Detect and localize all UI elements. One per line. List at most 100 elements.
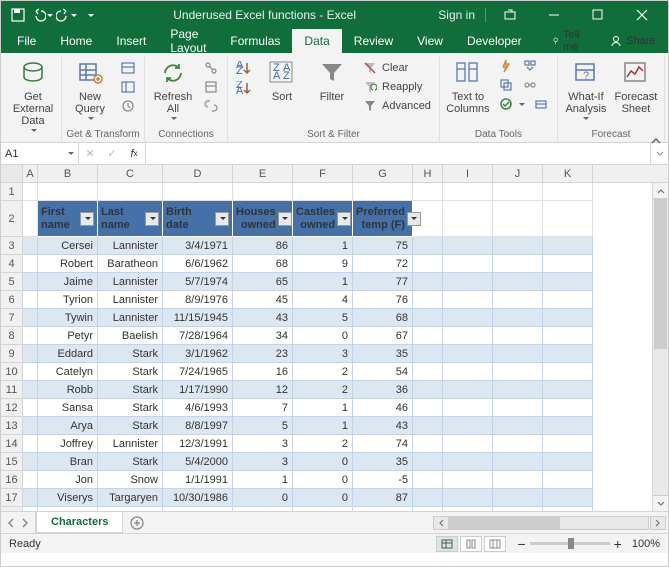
tab-data[interactable]: Data bbox=[292, 29, 341, 53]
properties-button[interactable] bbox=[199, 78, 223, 96]
get-external-data-button[interactable]: Get External Data bbox=[9, 55, 57, 134]
table-row[interactable]: 11RobbStark1/17/199012236 bbox=[1, 381, 668, 399]
table-row[interactable]: 15BranStark5/4/20003035 bbox=[1, 453, 668, 471]
tab-home[interactable]: Home bbox=[48, 29, 104, 53]
table-row[interactable]: 14JoffreyLannister12/3/19913274 bbox=[1, 435, 668, 453]
table-header-houses[interactable]: Houses owned bbox=[233, 201, 293, 237]
table-header-first[interactable]: First name bbox=[38, 201, 98, 237]
col-G[interactable]: G bbox=[353, 165, 413, 182]
formula-bar-input[interactable] bbox=[150, 148, 646, 160]
sheet-tab-characters[interactable]: Characters bbox=[36, 512, 123, 533]
filter-dropdown[interactable] bbox=[337, 212, 351, 226]
zoom-level[interactable]: 100% bbox=[632, 538, 660, 550]
minimize-button[interactable] bbox=[534, 1, 574, 29]
col-D[interactable]: D bbox=[163, 165, 233, 182]
from-table-button[interactable] bbox=[116, 78, 140, 96]
tab-pagelayout[interactable]: Page Layout bbox=[158, 29, 218, 53]
table-row[interactable]: 12SansaStark4/6/19937146 bbox=[1, 399, 668, 417]
clear-filter-button[interactable]: Clear bbox=[358, 59, 435, 77]
redo-button[interactable] bbox=[55, 4, 77, 26]
table-header-birth[interactable]: Birth date bbox=[163, 201, 233, 237]
tab-review[interactable]: Review bbox=[342, 29, 405, 53]
new-sheet-button[interactable] bbox=[123, 512, 151, 533]
data-validation-button[interactable] bbox=[494, 95, 529, 113]
close-button[interactable] bbox=[622, 1, 662, 29]
forecast-sheet-button[interactable]: Forecast Sheet bbox=[612, 55, 660, 117]
reapply-button[interactable]: Reapply bbox=[358, 78, 435, 96]
advanced-button[interactable]: Advanced bbox=[358, 97, 435, 115]
col-I[interactable]: I bbox=[443, 165, 493, 182]
flash-fill-button[interactable] bbox=[494, 57, 518, 75]
relationships-button[interactable] bbox=[518, 76, 542, 94]
table-row[interactable]: 18DaenerysTargaryen12/31/198800212 bbox=[1, 507, 668, 511]
filter-dropdown[interactable] bbox=[80, 212, 94, 226]
tab-view[interactable]: View bbox=[405, 29, 455, 53]
zoom-slider[interactable] bbox=[530, 542, 610, 545]
filter-dropdown[interactable] bbox=[145, 212, 159, 226]
edit-links-button[interactable] bbox=[199, 97, 223, 115]
connections-button[interactable] bbox=[199, 59, 223, 77]
text-to-columns-button[interactable]: Text to Columns bbox=[444, 55, 492, 117]
view-normal-button[interactable] bbox=[436, 536, 458, 552]
table-row[interactable]: 8PetyrBaelish7/28/196434067 bbox=[1, 327, 668, 345]
col-C[interactable]: C bbox=[98, 165, 163, 182]
col-A[interactable]: A bbox=[23, 165, 38, 182]
undo-button[interactable] bbox=[31, 4, 53, 26]
name-box[interactable] bbox=[1, 143, 79, 164]
table-row[interactable]: 10CatelynStark7/24/196516254 bbox=[1, 363, 668, 381]
table-row[interactable]: 16JonSnow1/1/199110-5 bbox=[1, 471, 668, 489]
table-row[interactable]: 3CerseiLannister3/4/197186175 bbox=[1, 237, 668, 255]
vertical-scrollbar[interactable] bbox=[652, 183, 668, 511]
table-row[interactable]: 9EddardStark3/1/196223335 bbox=[1, 345, 668, 363]
sort-az-button[interactable]: AZ bbox=[232, 59, 256, 77]
whatif-analysis-button[interactable]: ?What-If Analysis bbox=[562, 55, 610, 122]
table-row[interactable]: 13AryaStark8/8/19975143 bbox=[1, 417, 668, 435]
spreadsheet-grid[interactable]: A B C D E F G H I J K 12First nameLast n… bbox=[1, 165, 668, 511]
manage-data-model-button[interactable] bbox=[529, 95, 553, 113]
table-header-temp[interactable]: Preferred temp (F) bbox=[353, 201, 413, 237]
sheet-nav-next[interactable] bbox=[21, 518, 29, 528]
tab-share[interactable]: Share bbox=[596, 29, 669, 53]
maximize-button[interactable] bbox=[578, 1, 618, 29]
cancel-formula-button[interactable]: ✕ bbox=[79, 147, 101, 160]
col-E[interactable]: E bbox=[233, 165, 293, 182]
view-pagebreak-button[interactable] bbox=[484, 536, 506, 552]
save-button[interactable] bbox=[7, 4, 29, 26]
table-header-castles[interactable]: Castles owned bbox=[293, 201, 353, 237]
table-row[interactable]: 17ViserysTargaryen10/30/19860087 bbox=[1, 489, 668, 507]
ribbon-collapse-button[interactable] bbox=[648, 135, 664, 147]
tab-developer[interactable]: Developer bbox=[455, 29, 534, 53]
tab-file[interactable]: File bbox=[5, 29, 48, 53]
sort-button[interactable]: ZAAZSort bbox=[258, 55, 306, 105]
select-all-corner[interactable] bbox=[1, 165, 23, 182]
qat-customize[interactable] bbox=[79, 4, 101, 26]
filter-dropdown[interactable] bbox=[215, 212, 229, 226]
remove-duplicates-button[interactable] bbox=[494, 76, 518, 94]
col-H[interactable]: H bbox=[413, 165, 443, 182]
ribbon-options[interactable] bbox=[490, 1, 530, 29]
filter-dropdown[interactable] bbox=[278, 212, 292, 226]
zoom-out-button[interactable]: − bbox=[517, 536, 525, 552]
sort-za-button[interactable]: ZA bbox=[232, 79, 256, 97]
consolidate-button[interactable] bbox=[518, 57, 542, 75]
col-J[interactable]: J bbox=[493, 165, 543, 182]
tab-insert[interactable]: Insert bbox=[104, 29, 158, 53]
table-row[interactable]: 4RobertBaratheon6/6/196268972 bbox=[1, 255, 668, 273]
table-row[interactable]: 5JaimeLannister5/7/197465177 bbox=[1, 273, 668, 291]
tab-tellme[interactable]: Tell me bbox=[540, 29, 597, 53]
horizontal-scrollbar[interactable] bbox=[151, 512, 668, 533]
col-B[interactable]: B bbox=[38, 165, 98, 182]
refresh-all-button[interactable]: Refresh All bbox=[149, 55, 197, 122]
name-box-input[interactable] bbox=[5, 148, 55, 160]
signin-link[interactable]: Sign in bbox=[428, 8, 486, 22]
col-F[interactable]: F bbox=[293, 165, 353, 182]
insert-function-button[interactable]: fx bbox=[123, 148, 145, 160]
zoom-in-button[interactable]: + bbox=[614, 536, 622, 552]
enter-formula-button[interactable]: ✓ bbox=[101, 147, 123, 160]
new-query-button[interactable]: New Query bbox=[66, 55, 114, 122]
show-queries-button[interactable] bbox=[116, 59, 140, 77]
view-pagelayout-button[interactable] bbox=[460, 536, 482, 552]
table-row[interactable]: 7TywinLannister11/15/194543568 bbox=[1, 309, 668, 327]
tab-formulas[interactable]: Formulas bbox=[218, 29, 292, 53]
table-header-last[interactable]: Last name bbox=[98, 201, 163, 237]
